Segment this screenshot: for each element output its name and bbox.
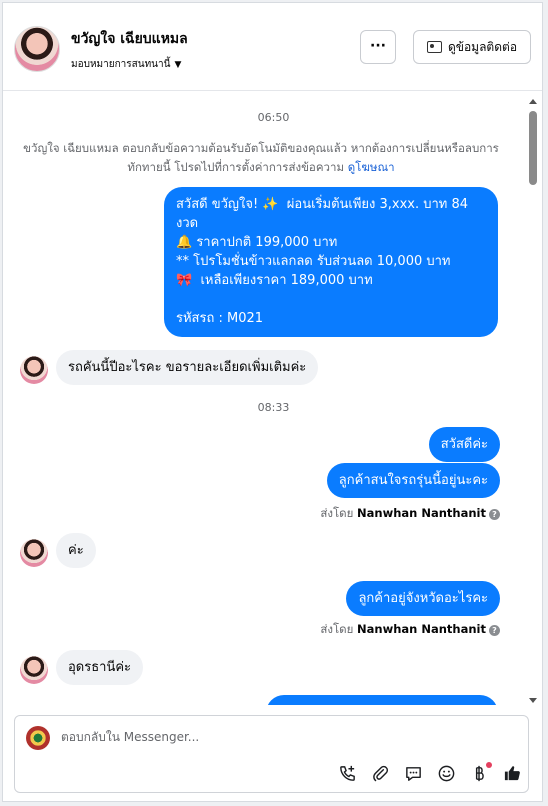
composer-toolbar — [338, 761, 522, 784]
assign-conversation-dropdown[interactable]: มอบหมายการสนทนานี้ ▼ — [71, 57, 181, 72]
contact-avatar-small[interactable] — [20, 539, 48, 567]
more-options-button[interactable]: ··· — [360, 30, 396, 64]
sent-by-label: ส่งโดย Nanwhan Nanthanit? — [320, 621, 500, 639]
view-contact-info-label: ดูข้อมูลติดต่อ — [447, 39, 518, 54]
sent-by-label: ส่งโดย Nanwhan Nanthanit? — [320, 505, 500, 523]
help-icon[interactable]: ? — [489, 509, 500, 520]
reply-input[interactable] — [61, 730, 501, 744]
system-note: ขวัญใจ เฉียบแหมล ตอบกลับข้อความต้อนรับอั… — [23, 139, 499, 177]
scroll-thumb[interactable] — [529, 111, 537, 185]
view-contact-info-button[interactable]: ดูข้อมูลติดต่อ — [413, 30, 531, 64]
contact-avatar[interactable] — [14, 26, 60, 72]
message-list: 06:50 ขวัญใจ เฉียบแหมล ตอบกลับข้อความต้อ… — [3, 91, 542, 705]
page-avatar[interactable] — [26, 726, 50, 750]
contact-card-icon — [426, 41, 442, 53]
sent-by-prefix: ส่งโดย — [320, 622, 354, 636]
scroll-down-arrow-icon[interactable] — [529, 698, 537, 703]
like-icon[interactable] — [503, 764, 522, 783]
outgoing-message: ลูกค้าสนใจรถรุ่นนี้อยู่นะคะ — [326, 463, 500, 498]
phone-plus-icon[interactable] — [338, 764, 357, 783]
outgoing-message: สวัสดี ขวัญใจ! ✨ ผ่อนเริ่มต้นเพียง 3,xxx… — [164, 187, 498, 337]
message-composer — [14, 715, 529, 793]
view-ad-link[interactable]: ดูโฆษณา — [348, 160, 395, 174]
system-note-text: ขวัญใจ เฉียบแหมล ตอบกลับข้อความต้อนรับอั… — [23, 141, 499, 174]
caret-down-icon: ▼ — [174, 60, 182, 70]
notification-dot — [486, 761, 492, 768]
sender-name: Nanwhan Nanthanit — [357, 622, 486, 636]
incoming-message: อุดรธานีค่ะ — [56, 650, 144, 685]
contact-avatar-small[interactable] — [20, 356, 48, 384]
contact-name[interactable]: ขวัญใจ เฉียบแหมล — [71, 28, 188, 50]
scroll-up-arrow-icon[interactable] — [529, 99, 537, 104]
attachment-icon[interactable] — [371, 764, 390, 783]
messenger-panel: ขวัญใจ เฉียบแหมล มอบหมายการสนทนานี้ ▼ ···… — [2, 2, 543, 802]
emoji-icon[interactable] — [437, 764, 456, 783]
sender-name: Nanwhan Nanthanit — [357, 506, 486, 520]
scrollbar[interactable] — [527, 93, 539, 705]
assign-label: มอบหมายการสนทนานี้ — [71, 59, 171, 70]
sent-by-prefix: ส่งโดย — [320, 506, 354, 520]
outgoing-message-partial — [266, 695, 498, 705]
conversation-header: ขวัญใจ เฉียบแหมล มอบหมายการสนทนานี้ ▼ ···… — [3, 3, 542, 91]
baht-icon[interactable] — [470, 761, 492, 783]
timestamp: 08:33 — [257, 401, 290, 414]
incoming-message: รถคันนี้ปีอะไรคะ ขอรายละเอียดเพิ่มเติมค่… — [56, 350, 319, 385]
incoming-message: ค่ะ — [56, 533, 96, 568]
outgoing-message: สวัสดีค่ะ — [428, 427, 500, 462]
contact-avatar-small[interactable] — [20, 656, 48, 684]
outgoing-message: ลูกค้าอยู่จังหวัดอะไรคะ — [346, 581, 500, 616]
help-icon[interactable]: ? — [489, 625, 500, 636]
timestamp: 06:50 — [257, 111, 290, 124]
saved-reply-icon[interactable] — [404, 764, 423, 783]
